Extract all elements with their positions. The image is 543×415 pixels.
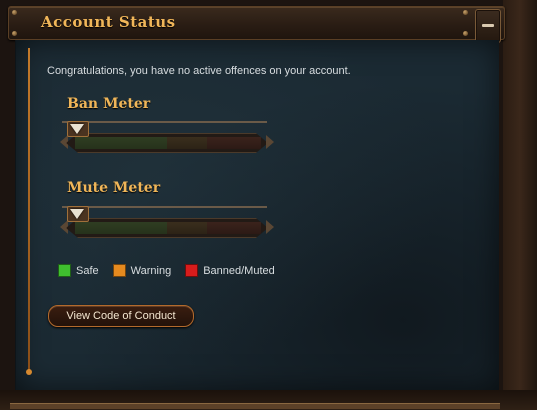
triangle-down-icon [70, 124, 84, 134]
legend-label: Safe [76, 264, 99, 277]
header-bar: Account Status [8, 6, 505, 43]
safe-zone [75, 137, 167, 149]
triangle-down-icon [70, 209, 84, 219]
status-message: Congratulations, you have no active offe… [47, 65, 351, 77]
ban-meter-label: Ban Meter [67, 96, 151, 112]
rivet-icon [463, 31, 468, 36]
rivet-icon [12, 31, 17, 36]
mute-meter [60, 206, 274, 238]
legend-item-safe: Safe [58, 264, 99, 277]
warning-zone [167, 222, 207, 234]
meter-marker [67, 121, 89, 137]
minus-icon [482, 24, 494, 27]
meter-left-cap [60, 220, 68, 234]
rivet-icon [463, 10, 468, 15]
muted-zone [207, 222, 261, 234]
account-status-window: Account Status Congratulations, you have… [0, 0, 537, 410]
ban-meter [60, 121, 274, 153]
meter-left-cap [60, 135, 68, 149]
safe-swatch [58, 264, 71, 277]
warning-zone [167, 137, 207, 149]
meter-rail [62, 121, 267, 123]
banned-swatch [185, 264, 199, 277]
rivet-icon [12, 10, 17, 15]
mute-meter-label: Mute Meter [67, 180, 161, 196]
bottom-divider [10, 403, 500, 409]
frame-right-border [503, 0, 537, 410]
meter-track [66, 218, 268, 238]
meter-track [66, 133, 268, 153]
legend-label: Banned/Muted [203, 264, 275, 277]
view-code-of-conduct-button[interactable]: View Code of Conduct [48, 305, 194, 327]
meter-marker [67, 206, 89, 222]
legend-item-warning: Warning [112, 264, 172, 277]
page-title: Account Status [41, 13, 176, 31]
warning-swatch [112, 264, 126, 277]
safe-zone [75, 222, 167, 234]
meter-legend: Safe Warning Banned/Muted [58, 264, 289, 277]
decorative-vertical-line [28, 48, 30, 373]
legend-item-banned: Banned/Muted [185, 264, 275, 277]
legend-label: Warning [130, 264, 172, 277]
meter-rail [62, 206, 267, 208]
banned-zone [207, 137, 261, 149]
line-end-ornament-icon [26, 369, 32, 375]
collapse-button[interactable] [475, 9, 501, 43]
